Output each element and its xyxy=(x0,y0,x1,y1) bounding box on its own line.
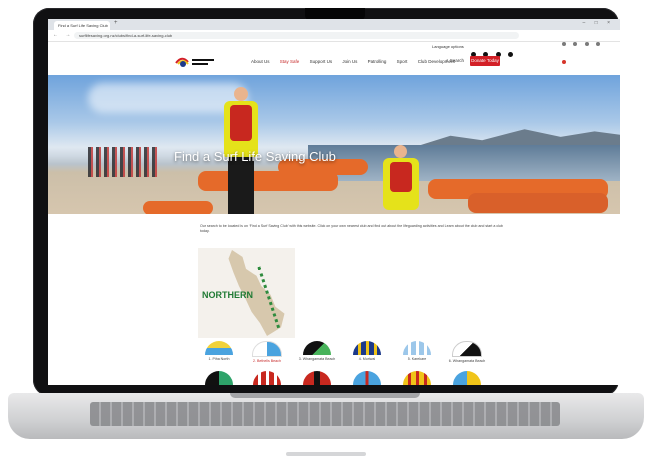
hero-boat xyxy=(468,193,608,213)
region-map[interactable]: NORTHERN xyxy=(198,248,295,338)
club-cap-icon xyxy=(353,371,381,385)
club-name: 4. Muriwai xyxy=(358,357,376,361)
club-cap-icon xyxy=(403,341,431,355)
club-cap-icon xyxy=(205,371,233,385)
url-field[interactable]: surflifesaving.org.nz/clubs/find-a-surf-… xyxy=(74,32,519,39)
laptop-foot xyxy=(286,452,366,456)
window-controls[interactable]: – □ × xyxy=(583,20,615,26)
club-name: 6. Whangamata Beach xyxy=(448,359,486,363)
lifeguard-figure xyxy=(378,145,424,214)
club-item[interactable] xyxy=(292,371,342,385)
nav-item-join[interactable]: Join Us xyxy=(342,59,357,64)
club-item[interactable]: 6. Whangamata Beach xyxy=(442,341,492,363)
nav-item-patrolling[interactable]: Patrolling xyxy=(368,59,387,64)
address-bar-row: ← → ⟳ surflifesaving.org.nz/clubs/find-a… xyxy=(48,30,620,64)
utility-text[interactable]: Language options xyxy=(432,44,464,49)
club-cap-icon xyxy=(353,341,381,355)
donate-button[interactable]: Donate Today xyxy=(470,56,500,66)
club-item[interactable]: 1. Piha North xyxy=(194,341,244,361)
club-item[interactable] xyxy=(442,371,492,385)
nav-item-about[interactable]: About Us xyxy=(251,59,270,64)
map-region-label: NORTHERN xyxy=(202,290,253,300)
keyboard xyxy=(90,402,560,426)
club-name: 5. Karekare xyxy=(407,357,427,361)
club-cap-icon xyxy=(303,371,331,385)
club-item[interactable]: 2. Bethells Beach xyxy=(242,341,292,363)
new-tab-button[interactable]: + xyxy=(114,20,118,26)
club-item[interactable] xyxy=(392,371,442,385)
club-item[interactable]: 3. Whangamata Beach xyxy=(292,341,342,361)
club-name: 3. Whangamata Beach xyxy=(298,357,336,361)
nav-item-support[interactable]: Support Us xyxy=(310,59,333,64)
club-cap-icon xyxy=(205,341,233,355)
primary-menu: About Us Stay Safe Support Us Join Us Pa… xyxy=(251,59,464,64)
club-cap-icon xyxy=(403,371,431,385)
page-title: Find a Surf Life Saving Club xyxy=(174,149,336,164)
club-cap-icon xyxy=(453,371,481,385)
hero-crowd xyxy=(88,147,158,177)
extension-icons[interactable] xyxy=(562,33,612,64)
main-navigation: About Us Stay Safe Support Us Join Us Pa… xyxy=(48,51,620,76)
hero-banner: Find a Surf Life Saving Club xyxy=(48,75,620,214)
intro-text: Our search to be located is on ‘Find a S… xyxy=(200,224,503,233)
club-cap-icon xyxy=(452,341,482,357)
nav-item-stay-safe[interactable]: Stay Safe xyxy=(280,59,300,64)
browser-tab[interactable]: Find a Surf Life Saving Club xyxy=(54,21,110,30)
search-button[interactable]: ⌕ Search xyxy=(446,58,464,63)
browser-window: Find a Surf Life Saving Club + – □ × ← →… xyxy=(48,19,620,385)
club-item[interactable] xyxy=(342,371,392,385)
club-item[interactable]: 5. Karekare xyxy=(392,341,442,361)
utility-bar: Language options xyxy=(48,42,620,57)
club-name: 2. Bethells Beach xyxy=(253,359,281,363)
site-logo[interactable] xyxy=(174,54,216,70)
nav-item-sport[interactable]: Sport xyxy=(397,59,408,64)
club-cap-icon xyxy=(303,341,331,355)
club-item[interactable] xyxy=(242,371,292,385)
trackpad-notch xyxy=(230,393,420,398)
search-label: Search xyxy=(449,58,465,63)
club-cap-icon xyxy=(253,371,281,385)
club-item[interactable] xyxy=(194,371,244,385)
club-item[interactable]: 4. Muriwai xyxy=(342,341,392,361)
club-cap-icon xyxy=(252,341,282,357)
tab-bar: Find a Surf Life Saving Club + – □ × xyxy=(48,19,620,30)
hero-boat xyxy=(143,201,213,214)
club-name: 1. Piha North xyxy=(208,357,230,361)
